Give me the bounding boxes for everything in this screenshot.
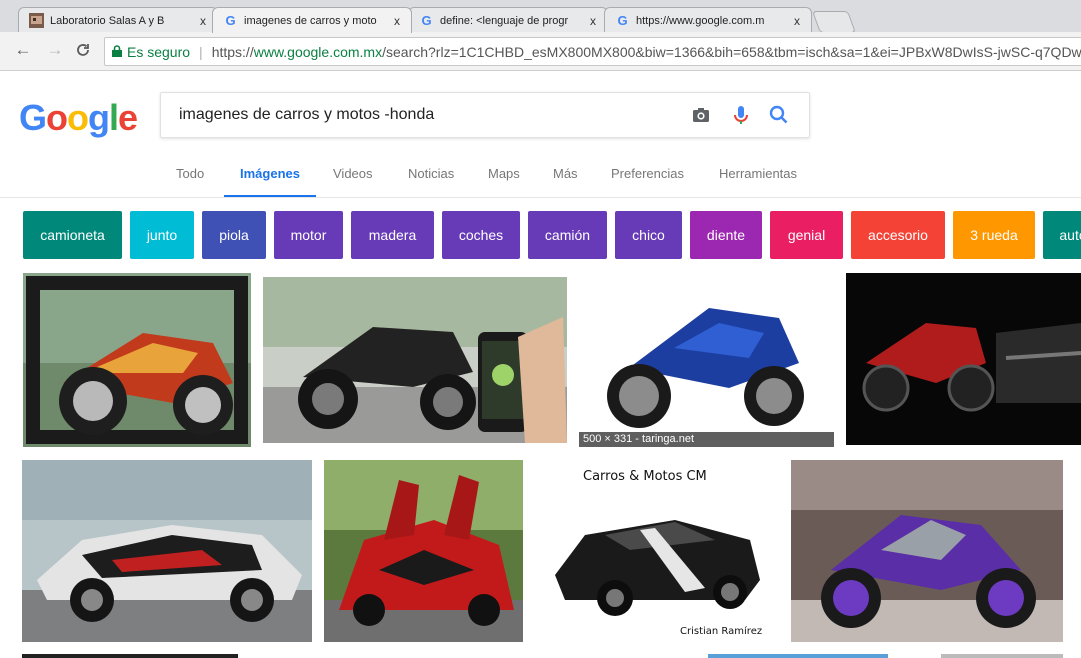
image-caption-title: Carros & Motos CM bbox=[583, 469, 707, 484]
tab-close-icon[interactable]: x bbox=[585, 14, 601, 28]
logo-letter: G bbox=[19, 97, 47, 138]
chip-diente[interactable]: diente bbox=[690, 211, 762, 259]
chip-piola[interactable]: piola bbox=[202, 211, 266, 259]
search-icon[interactable] bbox=[767, 103, 791, 127]
google-g-icon: G bbox=[421, 13, 432, 28]
image-size-overlay: 500 × 331 - taringa.net bbox=[579, 432, 834, 447]
microphone-icon[interactable] bbox=[729, 103, 753, 127]
chip-chico[interactable]: chico bbox=[615, 211, 682, 259]
tab-close-icon[interactable]: x bbox=[389, 14, 405, 28]
forward-arrow-icon[interactable]: → bbox=[45, 40, 65, 60]
image-result-partial[interactable] bbox=[941, 654, 1063, 658]
browser-tab-imagenes[interactable]: G imagenes de carros y moto x bbox=[212, 7, 412, 33]
lock-icon bbox=[112, 44, 122, 60]
tab-preferencias[interactable]: Preferencias bbox=[611, 166, 684, 181]
url-prefix: https:// bbox=[211, 43, 254, 60]
new-tab-button[interactable] bbox=[811, 11, 857, 33]
chip-madera[interactable]: madera bbox=[351, 211, 434, 259]
image-result-hovered[interactable] bbox=[579, 278, 834, 447]
site-favicon-icon bbox=[29, 13, 44, 28]
image-thumbnail bbox=[22, 460, 312, 642]
logo-letter: o bbox=[46, 97, 68, 138]
tab-title: imagenes de carros y moto bbox=[244, 14, 377, 27]
logo-letter: e bbox=[118, 97, 138, 138]
tab-maps[interactable]: Maps bbox=[488, 166, 520, 181]
image-result[interactable]: Carros & Motos CM Cristian Ramírez bbox=[535, 460, 779, 642]
image-thumbnail bbox=[324, 460, 523, 642]
secure-label: Es seguro bbox=[127, 43, 191, 60]
tab-title: define: <lenguaje de progr bbox=[440, 14, 569, 27]
chip-genial[interactable]: genial bbox=[770, 211, 843, 259]
tab-close-icon[interactable]: x bbox=[789, 14, 805, 28]
image-result-partial[interactable] bbox=[708, 654, 888, 658]
search-nav-tabs: Todo Imágenes Videos Noticias Maps Más P… bbox=[0, 166, 1081, 190]
tab-close-icon[interactable]: x bbox=[195, 14, 211, 28]
image-thumbnail bbox=[263, 277, 567, 443]
address-separator: | bbox=[199, 43, 203, 60]
chip-3-rueda[interactable]: 3 rueda bbox=[953, 211, 1035, 259]
image-caption-credit: Cristian Ramírez bbox=[680, 626, 763, 637]
chip-motor[interactable]: motor bbox=[274, 211, 343, 259]
nav-divider bbox=[0, 197, 1081, 198]
browser-tab-google[interactable]: G https://www.google.com.m x bbox=[604, 7, 812, 33]
chip-coches[interactable]: coches bbox=[442, 211, 520, 259]
address-bar[interactable]: Es seguro | https://www.google.com.mx/se… bbox=[104, 37, 1081, 66]
image-result[interactable] bbox=[23, 273, 251, 447]
url-host: www.google.com.mx bbox=[253, 43, 383, 60]
tab-imagenes[interactable]: Imágenes bbox=[240, 166, 300, 181]
tab-title: Laboratorio Salas A y B bbox=[50, 14, 165, 27]
logo-letter: g bbox=[88, 97, 110, 138]
url-path: /search?rlz=1C1CHBD_esMX800MX800&biw=136… bbox=[382, 43, 1081, 60]
image-thumbnail bbox=[535, 460, 779, 642]
image-result[interactable] bbox=[846, 273, 1081, 445]
back-arrow-icon[interactable]: ← bbox=[13, 40, 33, 60]
tab-title: https://www.google.com.m bbox=[636, 14, 765, 27]
tab-herramientas[interactable]: Herramientas bbox=[719, 166, 797, 181]
browser-tab-laboratorio[interactable]: Laboratorio Salas A y B x bbox=[18, 7, 218, 33]
logo-letter: o bbox=[67, 97, 89, 138]
chip-camioneta[interactable]: camioneta bbox=[23, 211, 122, 259]
google-g-icon: G bbox=[617, 13, 628, 28]
image-result-partial[interactable] bbox=[22, 654, 238, 658]
search-input[interactable]: imagenes de carros y motos -honda bbox=[179, 106, 434, 124]
image-thumbnail bbox=[791, 460, 1063, 642]
reload-icon[interactable] bbox=[73, 40, 93, 60]
browser-tab-define[interactable]: G define: <lenguaje de progr x bbox=[408, 7, 608, 33]
browser-toolbar: ← → Es seguro | https://www.google.com.m… bbox=[0, 32, 1081, 71]
chip-accesorio[interactable]: accesorio bbox=[851, 211, 945, 259]
image-result[interactable] bbox=[263, 277, 567, 443]
google-logo[interactable]: Google bbox=[19, 97, 138, 139]
chip-junto[interactable]: junto bbox=[130, 211, 194, 259]
chip-auto[interactable]: auto bbox=[1043, 211, 1081, 259]
image-thumbnail bbox=[846, 273, 1081, 445]
tab-todo[interactable]: Todo bbox=[176, 166, 204, 181]
image-thumbnail bbox=[23, 273, 251, 447]
search-box[interactable]: imagenes de carros y motos -honda bbox=[160, 92, 810, 138]
browser-tab-strip: Laboratorio Salas A y B x G imagenes de … bbox=[0, 0, 1081, 33]
google-g-icon: G bbox=[225, 13, 236, 28]
image-result[interactable] bbox=[324, 460, 523, 642]
chip-camion[interactable]: camión bbox=[528, 211, 607, 259]
tab-noticias[interactable]: Noticias bbox=[408, 166, 454, 181]
tab-videos[interactable]: Videos bbox=[333, 166, 373, 181]
image-result[interactable] bbox=[22, 460, 312, 642]
image-result[interactable] bbox=[791, 460, 1063, 642]
tab-mas[interactable]: Más bbox=[553, 166, 578, 181]
image-thumbnail bbox=[579, 278, 834, 447]
logo-letter: l bbox=[109, 97, 119, 138]
camera-icon[interactable] bbox=[689, 103, 713, 127]
